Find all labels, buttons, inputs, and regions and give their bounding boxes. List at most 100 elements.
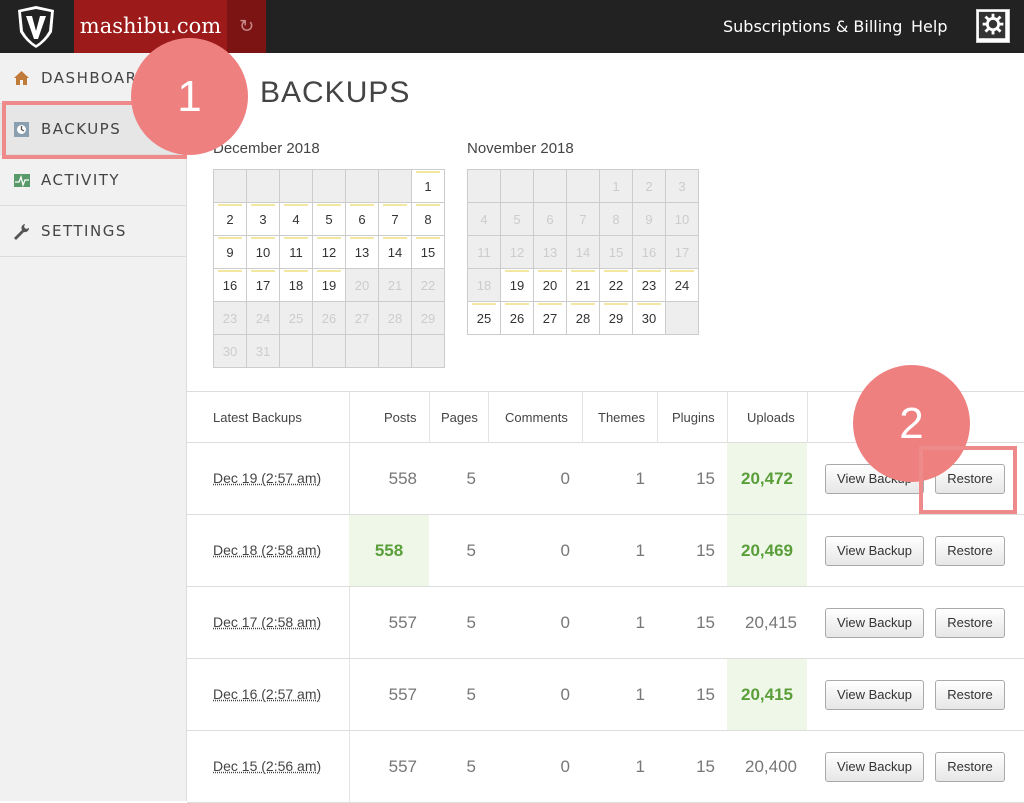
calendar-day-with-backup[interactable]: 30 — [633, 302, 666, 335]
column-header: Latest Backups — [213, 410, 302, 425]
calendar-day: 21 — [379, 269, 412, 302]
calendar-day-with-backup[interactable]: 20 — [534, 269, 567, 302]
calendar-empty-cell — [501, 170, 534, 203]
gear-icon[interactable] — [976, 9, 1010, 43]
calendar-day-with-backup[interactable]: 23 — [633, 269, 666, 302]
calendar-day-with-backup[interactable]: 1 — [412, 170, 445, 203]
calendar-day: 4 — [468, 203, 501, 236]
calendar-day-with-backup[interactable]: 9 — [214, 236, 247, 269]
calendar-day-with-backup[interactable]: 5 — [313, 203, 346, 236]
view-backup-button[interactable]: View Backup — [825, 752, 924, 782]
calendar-day-with-backup[interactable]: 18 — [280, 269, 313, 302]
table-row: Dec 16 (2:57 am) 557 5 0 1 15 20,415 View Backu… — [187, 659, 1024, 731]
calendar-day-with-backup[interactable]: 3 — [247, 203, 280, 236]
calendar-day-with-backup[interactable]: 28 — [567, 302, 600, 335]
nav-subscriptions-billing[interactable]: Subscriptions & Billing — [723, 0, 902, 53]
view-backup-button[interactable]: View Backup — [825, 608, 924, 638]
calendar-day: 26 — [313, 302, 346, 335]
calendar-empty-cell — [313, 335, 346, 368]
cell-posts: 558 — [388, 469, 417, 488]
calendar-day-with-backup[interactable]: 22 — [600, 269, 633, 302]
calendar-day: 29 — [412, 302, 445, 335]
calendar-day: 1 — [600, 170, 633, 203]
top-bar: mashibu.com ↻ Subscriptions & Billing He… — [0, 0, 1024, 53]
backup-date-link[interactable]: Dec 16 (2:57 am) — [213, 659, 321, 730]
home-icon — [14, 71, 29, 85]
sync-icon[interactable]: ↻ — [227, 0, 266, 53]
calendar-empty-cell — [214, 170, 247, 203]
view-backup-button[interactable]: View Backup — [825, 680, 924, 710]
restore-button[interactable]: Restore — [935, 608, 1005, 638]
cell-plugins: 15 — [696, 757, 715, 776]
cell-themes: 1 — [635, 757, 645, 776]
calendar-day: 30 — [214, 335, 247, 368]
calendar-day-with-backup[interactable]: 17 — [247, 269, 280, 302]
cell-themes: 1 — [635, 613, 645, 632]
calendar-day: 14 — [567, 236, 600, 269]
calendar-day-with-backup[interactable]: 29 — [600, 302, 633, 335]
view-backup-button[interactable]: View Backup — [825, 536, 924, 566]
restore-button[interactable]: Restore — [935, 536, 1005, 566]
calendar-title-november: November 2018 — [467, 140, 574, 157]
annotation-step-1: 1 — [131, 38, 248, 155]
sidebar-item-activity[interactable]: ACTIVITY — [0, 155, 186, 206]
calendar-day-with-backup[interactable]: 16 — [214, 269, 247, 302]
sidebar: DASHBOARD BACKUPS ACTIVITY SETTINGS — [0, 53, 187, 801]
calendar-day-with-backup[interactable]: 24 — [666, 269, 699, 302]
cell-uploads: 20,469 — [727, 515, 807, 586]
calendar-day: 22 — [412, 269, 445, 302]
calendar-day-with-backup[interactable]: 7 — [379, 203, 412, 236]
calendar-empty-cell — [468, 170, 501, 203]
calendar-day-with-backup[interactable]: 25 — [468, 302, 501, 335]
restore-button[interactable]: Restore — [935, 752, 1005, 782]
calendar-empty-cell — [313, 170, 346, 203]
calendar-day: 9 — [633, 203, 666, 236]
backup-date-link[interactable]: Dec 17 (2:58 am) — [213, 587, 321, 658]
calendar-day-with-backup[interactable]: 21 — [567, 269, 600, 302]
backup-date-link[interactable]: Dec 18 (2:58 am) — [213, 515, 321, 586]
nav-help[interactable]: Help — [911, 0, 947, 53]
calendar-day-with-backup[interactable]: 4 — [280, 203, 313, 236]
sidebar-item-label: ACTIVITY — [41, 171, 121, 189]
activity-icon — [14, 174, 30, 188]
cell-comments: 0 — [560, 469, 570, 488]
calendar-day: 23 — [214, 302, 247, 335]
calendar-day-with-backup[interactable]: 6 — [346, 203, 379, 236]
cell-posts: 557 — [388, 757, 417, 776]
cell-plugins: 15 — [696, 541, 715, 560]
sidebar-item-settings[interactable]: SETTINGS — [0, 206, 186, 257]
calendar-day-with-backup[interactable]: 2 — [214, 203, 247, 236]
calendar-day: 25 — [280, 302, 313, 335]
calendar-empty-cell — [666, 302, 699, 335]
calendar-empty-cell — [247, 170, 280, 203]
wrench-icon — [14, 224, 30, 240]
calendar-day-with-backup[interactable]: 12 — [313, 236, 346, 269]
calendar-day-with-backup[interactable]: 8 — [412, 203, 445, 236]
restore-button[interactable]: Restore — [935, 680, 1005, 710]
backup-date-link[interactable]: Dec 15 (2:56 am) — [213, 731, 321, 802]
calendar-day-with-backup[interactable]: 27 — [534, 302, 567, 335]
calendar-day-with-backup[interactable]: 14 — [379, 236, 412, 269]
calendar-day-with-backup[interactable]: 19 — [313, 269, 346, 302]
cell-comments: 0 — [560, 541, 570, 560]
calendar-day: 31 — [247, 335, 280, 368]
calendar-day-with-backup[interactable]: 13 — [346, 236, 379, 269]
calendar-day-with-backup[interactable]: 15 — [412, 236, 445, 269]
calendar-day: 10 — [666, 203, 699, 236]
cell-themes: 1 — [635, 685, 645, 704]
calendar-empty-cell — [280, 170, 313, 203]
calendar-day-with-backup[interactable]: 10 — [247, 236, 280, 269]
calendar-day: 2 — [633, 170, 666, 203]
calendar-day: 3 — [666, 170, 699, 203]
calendar-day: 28 — [379, 302, 412, 335]
calendar-day-with-backup[interactable]: 26 — [501, 302, 534, 335]
calendar-day: 5 — [501, 203, 534, 236]
column-header: Pages — [441, 410, 478, 425]
calendar-day: 18 — [468, 269, 501, 302]
vaultpress-v-logo[interactable] — [16, 6, 56, 48]
calendar-day-with-backup[interactable]: 19 — [501, 269, 534, 302]
calendar-empty-cell — [412, 335, 445, 368]
backup-date-link[interactable]: Dec 19 (2:57 am) — [213, 443, 321, 514]
calendar-day-with-backup[interactable]: 11 — [280, 236, 313, 269]
column-header: Comments — [505, 410, 568, 425]
